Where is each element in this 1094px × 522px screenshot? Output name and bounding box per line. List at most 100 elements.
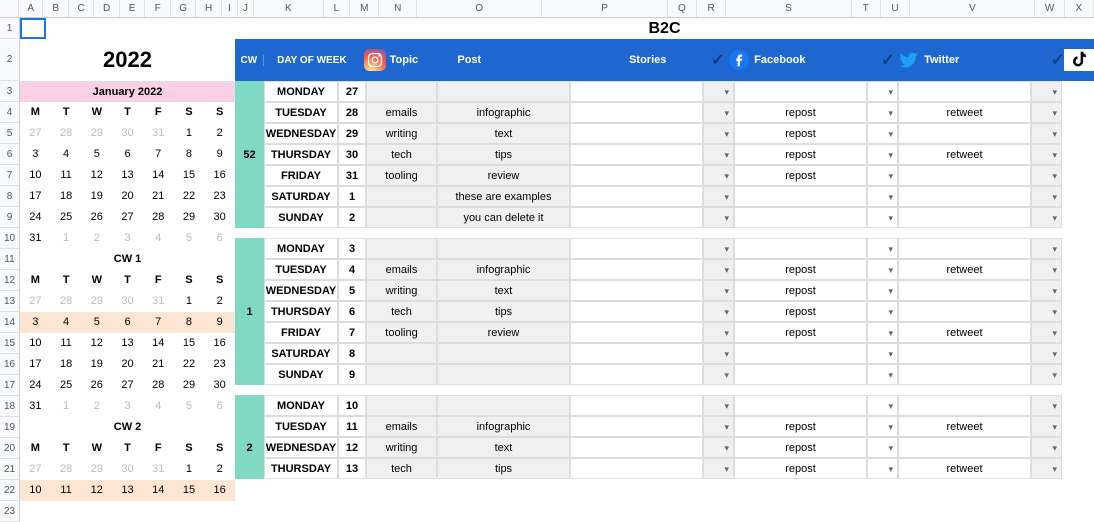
calendar-day[interactable]: 10: [20, 165, 51, 186]
facebook-cell[interactable]: repost: [734, 123, 867, 144]
date-cell[interactable]: 27: [338, 81, 366, 102]
calendar-day[interactable]: 30: [112, 459, 143, 480]
calendar-day[interactable]: 18: [51, 186, 82, 207]
calendar-day[interactable]: 20: [112, 354, 143, 375]
twitter-cell[interactable]: [898, 165, 1031, 186]
calendar-day[interactable]: 4: [51, 312, 82, 333]
date-cell[interactable]: 8: [338, 343, 366, 364]
topic-cell[interactable]: writing: [366, 280, 437, 301]
row-header[interactable]: 21: [0, 459, 20, 480]
day-cell[interactable]: FRIDAY: [264, 165, 338, 186]
dropdown-cell[interactable]: [1031, 322, 1062, 343]
day-cell[interactable]: WEDNESDAY: [264, 123, 338, 144]
row-header[interactable]: 10: [0, 228, 20, 249]
topic-cell[interactable]: [366, 186, 437, 207]
date-cell[interactable]: 30: [338, 144, 366, 165]
topic-cell[interactable]: [366, 81, 437, 102]
twitter-cell[interactable]: [898, 81, 1031, 102]
calendar-day[interactable]: 13: [112, 480, 143, 501]
calendar-day[interactable]: 28: [51, 291, 82, 312]
col-header[interactable]: V: [910, 0, 1035, 17]
calendar-day[interactable]: 14: [143, 333, 174, 354]
post-cell[interactable]: [437, 343, 570, 364]
stories-cell[interactable]: [570, 238, 703, 259]
dropdown-cell[interactable]: [703, 207, 734, 228]
topic-cell[interactable]: tech: [366, 301, 437, 322]
calendar-day[interactable]: 8: [174, 312, 205, 333]
day-cell[interactable]: MONDAY: [264, 395, 338, 416]
dropdown-cell[interactable]: [1031, 81, 1062, 102]
calendar-day[interactable]: 20: [112, 186, 143, 207]
topic-cell[interactable]: writing: [366, 123, 437, 144]
calendar-day[interactable]: 30: [204, 207, 235, 228]
calendar-day[interactable]: 2: [81, 396, 112, 417]
dropdown-cell[interactable]: [703, 416, 734, 437]
stories-cell[interactable]: [570, 364, 703, 385]
calendar-day[interactable]: 10: [20, 333, 51, 354]
calendar-day[interactable]: 7: [143, 312, 174, 333]
calendar-day[interactable]: 4: [51, 144, 82, 165]
row-header[interactable]: 2: [0, 39, 20, 81]
calendar-day[interactable]: 21: [143, 186, 174, 207]
date-cell[interactable]: 3: [338, 238, 366, 259]
day-cell[interactable]: WEDNESDAY: [264, 280, 338, 301]
calendar-day[interactable]: 26: [81, 207, 112, 228]
topic-cell[interactable]: tech: [366, 458, 437, 479]
twitter-cell[interactable]: [898, 437, 1031, 458]
calendar-day[interactable]: 29: [81, 291, 112, 312]
dropdown-cell[interactable]: [1031, 186, 1062, 207]
facebook-cell[interactable]: repost: [734, 144, 867, 165]
calendar-day[interactable]: 13: [112, 333, 143, 354]
row-header[interactable]: 17: [0, 375, 20, 396]
day-cell[interactable]: SATURDAY: [264, 186, 338, 207]
calendar-day[interactable]: 22: [174, 186, 205, 207]
date-cell[interactable]: 9: [338, 364, 366, 385]
dropdown-cell[interactable]: [703, 343, 734, 364]
calendar-day[interactable]: 18: [51, 354, 82, 375]
dropdown-cell[interactable]: [703, 165, 734, 186]
calendar-day[interactable]: 30: [112, 291, 143, 312]
col-header[interactable]: H: [196, 0, 221, 17]
dropdown-cell[interactable]: [867, 395, 898, 416]
col-header[interactable]: P: [542, 0, 667, 17]
twitter-cell[interactable]: [898, 207, 1031, 228]
dropdown-cell[interactable]: [867, 123, 898, 144]
stories-cell[interactable]: [570, 322, 703, 343]
post-cell[interactable]: [437, 81, 570, 102]
calendar-day[interactable]: 23: [204, 186, 235, 207]
topic-cell[interactable]: [366, 343, 437, 364]
calendar-day[interactable]: 12: [81, 480, 112, 501]
dropdown-cell[interactable]: [867, 322, 898, 343]
col-header[interactable]: T: [852, 0, 881, 17]
calendar-day[interactable]: 29: [174, 375, 205, 396]
twitter-cell[interactable]: retweet: [898, 259, 1031, 280]
topic-cell[interactable]: emails: [366, 416, 437, 437]
day-cell[interactable]: MONDAY: [264, 81, 338, 102]
twitter-cell[interactable]: retweet: [898, 322, 1031, 343]
facebook-cell[interactable]: [734, 207, 867, 228]
date-cell[interactable]: 7: [338, 322, 366, 343]
row-header[interactable]: 18: [0, 396, 20, 417]
calendar-day[interactable]: 2: [204, 459, 235, 480]
topic-cell[interactable]: writing: [366, 437, 437, 458]
calendar-day[interactable]: 29: [81, 459, 112, 480]
stories-cell[interactable]: [570, 280, 703, 301]
col-header[interactable]: O: [417, 0, 542, 17]
calendar-day[interactable]: 16: [204, 165, 235, 186]
calendar-day[interactable]: 16: [204, 480, 235, 501]
dropdown-cell[interactable]: [867, 301, 898, 322]
dropdown-cell[interactable]: [1031, 395, 1062, 416]
facebook-cell[interactable]: [734, 238, 867, 259]
calendar-day[interactable]: 11: [51, 165, 82, 186]
facebook-cell[interactable]: repost: [734, 102, 867, 123]
dropdown-cell[interactable]: [867, 81, 898, 102]
row-header[interactable]: 1: [0, 18, 20, 39]
date-cell[interactable]: 31: [338, 165, 366, 186]
col-header[interactable]: Q: [668, 0, 697, 17]
col-header[interactable]: K: [254, 0, 324, 17]
stories-cell[interactable]: [570, 395, 703, 416]
col-header[interactable]: L: [324, 0, 350, 17]
calendar-day[interactable]: 31: [143, 459, 174, 480]
row-header[interactable]: 23: [0, 501, 20, 522]
dropdown-cell[interactable]: [867, 437, 898, 458]
